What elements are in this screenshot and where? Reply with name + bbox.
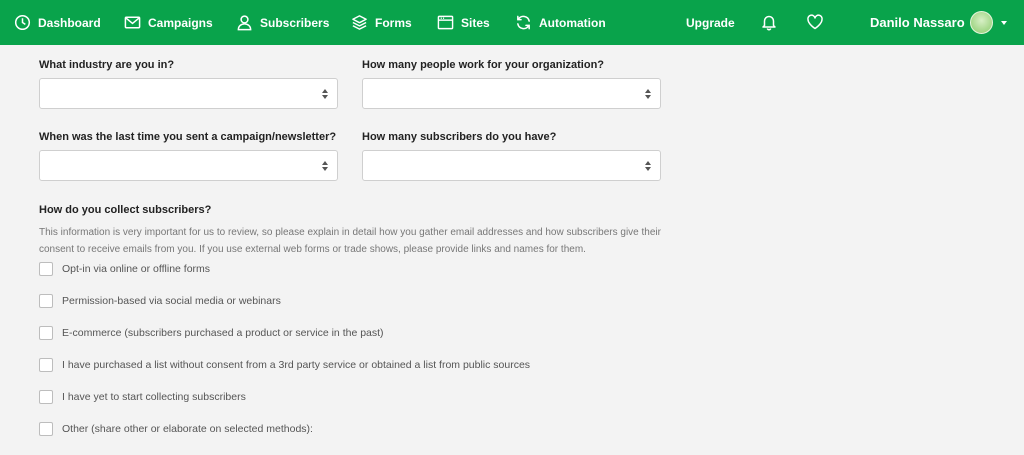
- collect-subscribers-title: How do you collect subscribers?: [39, 204, 212, 216]
- industry-select[interactable]: [39, 78, 338, 109]
- option-label: E-commerce (subscribers purchased a prod…: [62, 327, 384, 339]
- user-icon: [237, 15, 252, 31]
- industry-label: What industry are you in?: [39, 59, 175, 71]
- nav-campaigns-label: Campaigns: [148, 15, 213, 30]
- select-arrows-icon: [645, 161, 651, 171]
- user-name[interactable]: Danilo Nassaro: [870, 15, 965, 30]
- layers-icon: [352, 15, 367, 30]
- organization-size-label: How many people work for your organizati…: [362, 59, 605, 71]
- option-other[interactable]: Other (share other or elaborate on selec…: [39, 421, 313, 437]
- option-label: I have yet to start collecting subscribe…: [62, 391, 246, 403]
- upgrade-label: Upgrade: [686, 15, 735, 30]
- subscribers-count-select[interactable]: [362, 150, 661, 181]
- nav-dashboard[interactable]: Dashboard: [14, 0, 101, 45]
- nav-automation[interactable]: Automation: [515, 0, 606, 45]
- browser-window-icon: [437, 15, 454, 30]
- refresh-icon: [517, 15, 530, 30]
- collect-subscribers-description: This information is very important for u…: [39, 227, 661, 255]
- option-label: Permission-based via social media or web…: [62, 295, 281, 307]
- top-nav-bar: Dashboard Campaigns Subscribers Forms Si…: [0, 0, 1024, 45]
- notifications-button[interactable]: [760, 13, 778, 31]
- nav-subscribers-label: Subscribers: [260, 15, 330, 30]
- select-arrows-icon: [322, 161, 328, 171]
- option-opt-in-forms[interactable]: Opt-in via online or offline forms: [39, 261, 210, 277]
- option-social-media-webinars[interactable]: Permission-based via social media or web…: [39, 293, 281, 309]
- dashboard-icon: [14, 14, 31, 31]
- nav-sites-label: Sites: [461, 15, 490, 30]
- checkbox[interactable]: [39, 390, 53, 404]
- last-campaign-select[interactable]: [39, 150, 338, 181]
- upgrade-link[interactable]: Upgrade: [686, 0, 735, 45]
- nav-dashboard-label: Dashboard: [38, 15, 101, 30]
- nav-subscribers[interactable]: Subscribers: [236, 0, 329, 45]
- nav-forms-label: Forms: [375, 15, 412, 30]
- nav-forms[interactable]: Forms: [351, 0, 412, 45]
- checkbox[interactable]: [39, 326, 53, 340]
- nav-sites[interactable]: Sites: [437, 0, 490, 45]
- option-e-commerce[interactable]: E-commerce (subscribers purchased a prod…: [39, 325, 384, 341]
- option-label: I have purchased a list without consent …: [62, 359, 531, 371]
- option-label: Opt-in via online or offline forms: [62, 263, 211, 275]
- option-not-started[interactable]: I have yet to start collecting subscribe…: [39, 389, 246, 405]
- select-arrows-icon: [645, 89, 651, 99]
- checkbox[interactable]: [39, 422, 53, 436]
- bell-icon: [762, 15, 776, 31]
- checkbox[interactable]: [39, 294, 53, 308]
- checkbox[interactable]: [39, 358, 53, 372]
- select-arrows-icon: [322, 89, 328, 99]
- organization-size-select[interactable]: [362, 78, 661, 109]
- envelope-icon: [124, 16, 141, 29]
- last-campaign-label: When was the last time you sent a campai…: [39, 131, 337, 143]
- subscribers-count-label: How many subscribers do you have?: [362, 131, 557, 143]
- heart-icon: [807, 14, 823, 30]
- avatar[interactable]: [970, 11, 993, 34]
- chevron-down-icon[interactable]: [1001, 21, 1007, 25]
- checkbox[interactable]: [39, 262, 53, 276]
- nav-campaigns[interactable]: Campaigns: [124, 0, 213, 45]
- option-label: Other (share other or elaborate on selec…: [62, 423, 313, 435]
- favorites-button[interactable]: [806, 13, 824, 31]
- option-purchased-list[interactable]: I have purchased a list without consent …: [39, 357, 530, 373]
- nav-automation-label: Automation: [539, 15, 606, 30]
